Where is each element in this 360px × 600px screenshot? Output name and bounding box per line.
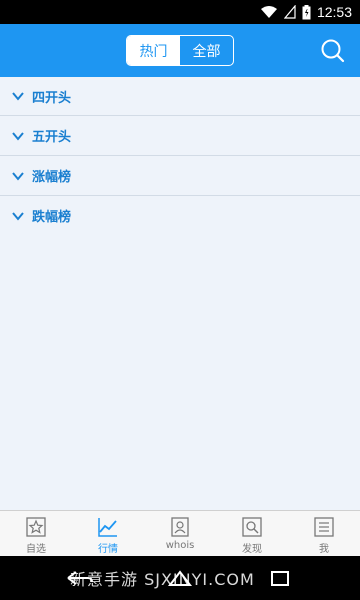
tab-label: 行情 xyxy=(98,544,118,555)
tab-all[interactable]: 全部 xyxy=(180,36,233,65)
chevron-down-icon xyxy=(12,92,24,101)
list-item-four-start[interactable]: 四开头 xyxy=(0,77,360,116)
status-bar: 12:53 xyxy=(0,0,360,24)
chevron-down-icon xyxy=(12,131,24,141)
chevron-down-icon xyxy=(12,211,24,221)
segmented-control: 热门 全部 xyxy=(126,35,234,66)
system-nav-bar xyxy=(0,556,360,600)
category-list: 四开头 五开头 涨幅榜 跌幅榜 xyxy=(0,77,360,236)
tab-hot[interactable]: 热门 xyxy=(127,36,180,65)
tab-label: 我 xyxy=(319,544,329,555)
recents-icon xyxy=(271,571,289,586)
list-item-losers[interactable]: 跌幅榜 xyxy=(0,196,360,236)
tab-label: 发现 xyxy=(242,544,262,555)
bottom-tab-bar: 自选 行情 whois 发现 我 xyxy=(0,510,360,556)
recents-button[interactable] xyxy=(262,566,298,590)
wifi-icon xyxy=(260,6,277,18)
list-item-label: 四开头 xyxy=(32,90,72,106)
search-button[interactable] xyxy=(320,38,346,64)
list-item-gainers[interactable]: 涨幅榜 xyxy=(0,156,360,196)
tab-whois[interactable]: whois xyxy=(144,511,216,556)
line-chart-icon xyxy=(98,518,117,537)
list-item-label: 五开头 xyxy=(32,130,72,145)
tab-label: 自选 xyxy=(26,544,46,555)
signal-icon xyxy=(283,5,296,19)
tab-discover[interactable]: 发现 xyxy=(216,511,288,556)
list-item-label: 涨幅榜 xyxy=(32,170,72,185)
tab-watchlist[interactable]: 自选 xyxy=(0,511,72,556)
list-item-five-start[interactable]: 五开头 xyxy=(0,116,360,156)
star-icon xyxy=(26,517,46,537)
home-icon xyxy=(167,570,193,586)
back-button[interactable] xyxy=(62,566,98,590)
person-card-icon xyxy=(171,517,189,537)
list-item-label: 跌幅榜 xyxy=(32,210,72,225)
home-button[interactable] xyxy=(162,566,198,590)
back-arrow-icon xyxy=(67,571,93,585)
discover-search-icon xyxy=(242,517,262,537)
chevron-down-icon xyxy=(12,171,24,181)
tab-market[interactable]: 行情 xyxy=(72,511,144,556)
tab-me[interactable]: 我 xyxy=(288,511,360,556)
search-icon xyxy=(321,39,345,63)
status-time: 12:53 xyxy=(316,4,352,20)
battery-icon xyxy=(302,4,311,19)
empty-content-area xyxy=(0,234,360,510)
tab-label: whois xyxy=(165,540,195,551)
top-header: 热门 全部 xyxy=(0,24,360,77)
profile-list-icon xyxy=(314,517,334,537)
